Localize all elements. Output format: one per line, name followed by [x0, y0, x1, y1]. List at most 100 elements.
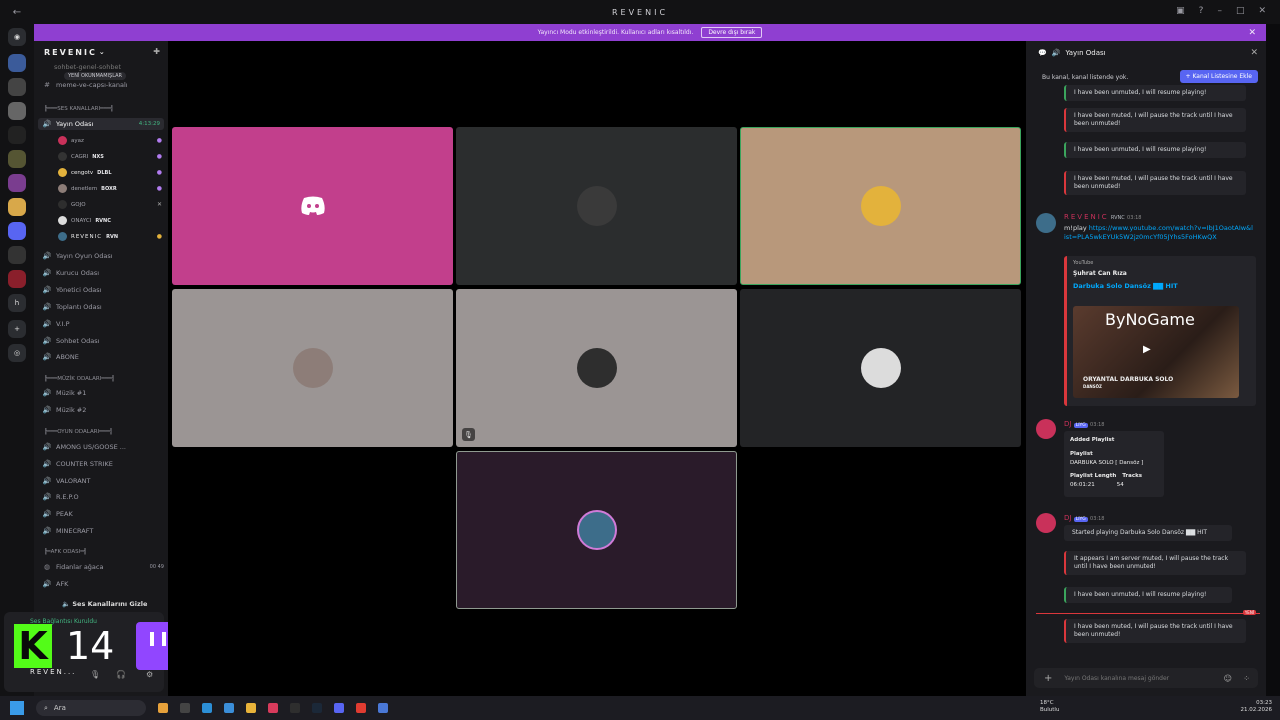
banner-text: Yayıncı Modu etkinleştirildi. Kullanıcı …	[537, 29, 694, 36]
youtube-embed[interactable]: YouTube Şuhrat Can Rıza Darbuka Solo Dan…	[1064, 256, 1256, 406]
channel-yayin-odasi[interactable]: 🔊 Yayın Odası 4:13:29	[38, 118, 164, 130]
participant-tile[interactable]	[456, 451, 737, 609]
voice-channel[interactable]: 🔊 Yönetici Odası	[42, 284, 102, 296]
server-icon[interactable]	[8, 222, 26, 240]
voice-channel[interactable]: 🔊 Yayın Oyun Odası	[42, 250, 113, 262]
maximize-icon[interactable]: □	[1236, 6, 1245, 16]
steam-icon[interactable]	[312, 703, 322, 713]
server-icon[interactable]	[8, 270, 26, 288]
category-music[interactable]: ╠═══MÜZİK ODALARI═══╣	[44, 376, 115, 382]
voice-channel[interactable]: 🔊 R.E.P.O	[42, 491, 79, 503]
close-icon[interactable]: ✕	[1250, 48, 1258, 58]
voice-channel[interactable]: 🔊 Kurucu Odası	[42, 267, 99, 279]
server-icon[interactable]	[8, 102, 26, 120]
participant-tile[interactable]	[740, 289, 1021, 447]
voice-member[interactable]: ayaz ●	[58, 135, 162, 146]
server-icon[interactable]	[8, 54, 26, 72]
inbox-icon[interactable]: ▣	[1176, 6, 1185, 16]
minimize-icon[interactable]: –	[1217, 6, 1222, 16]
server-icon[interactable]	[8, 174, 26, 192]
globe-icon: ◍	[43, 563, 51, 571]
hide-voice-channels-button[interactable]: 🔈 Ses Kanallarını Gizle	[62, 600, 147, 608]
plus-icon[interactable]: +	[1044, 673, 1052, 684]
taskbar-search[interactable]: ⌕ Ara	[36, 700, 146, 716]
youtube-link[interactable]: https://www.youtube.com/watch?v=IbJ1Oaot…	[1064, 224, 1253, 241]
voice-channel[interactable]: 🔊 AMONG US/GOOSE ...	[42, 441, 126, 453]
disable-button[interactable]: Devre dışı bırak	[701, 27, 763, 38]
avatar[interactable]	[1036, 513, 1056, 533]
taskbar-app-icon[interactable]	[158, 703, 168, 713]
clock[interactable]: 03:23 21.02.2026	[1241, 700, 1273, 714]
add-server-icon[interactable]: +	[8, 320, 26, 338]
voice-channel[interactable]: 🔊 PEAK	[42, 508, 73, 520]
store-icon[interactable]	[224, 703, 234, 713]
explorer-icon[interactable]	[246, 703, 256, 713]
voice-channel[interactable]: 🔊 VALORANT	[42, 475, 91, 487]
apps-icon[interactable]: ⁘	[1243, 674, 1250, 683]
server-header[interactable]: REVENIC ⌄ ✚	[34, 41, 168, 63]
server-icon[interactable]	[8, 198, 26, 216]
participant-tile[interactable]	[172, 127, 453, 285]
play-icon[interactable]: ▶	[1143, 344, 1151, 355]
server-list: ◉ h + ◎	[0, 24, 34, 696]
add-member-icon[interactable]: ✚	[153, 47, 162, 56]
windows-start-icon[interactable]	[10, 701, 24, 715]
weather-widget[interactable]: 18°C Bulutlu	[1040, 700, 1059, 714]
message-input[interactable]: + Yayın Odası kanalına mesaj gönder ☺ ⁘	[1034, 668, 1258, 688]
mic-muted-icon: ✕	[156, 201, 162, 208]
participant-tile[interactable]	[172, 289, 453, 447]
voice-channel[interactable]: 🔊 ABONE	[42, 351, 79, 363]
voice-member[interactable]: ONAYCI RVNC	[58, 215, 162, 226]
category-afk[interactable]: ╠═AFK ODASI═╣	[44, 549, 87, 555]
emoji-icon[interactable]: ☺	[1224, 674, 1232, 683]
voice-channel[interactable]: 🔊 Müzik #1	[42, 387, 87, 399]
voice-channel[interactable]: 🔊 MINECRAFT	[42, 525, 94, 537]
server-icon[interactable]	[8, 78, 26, 96]
participant-tile[interactable]: 🎙	[456, 289, 737, 447]
server-icon[interactable]	[8, 246, 26, 264]
embed-author[interactable]: Şuhrat Can Rıza	[1073, 270, 1250, 277]
voice-member[interactable]: cengotv DLBL ●	[58, 167, 162, 178]
taskbar-app-icon[interactable]	[268, 703, 278, 713]
voice-channel[interactable]: 🔊 Müzik #2	[42, 404, 87, 416]
edge-icon[interactable]	[202, 703, 212, 713]
taskbar-app-icon[interactable]	[378, 703, 388, 713]
avatar[interactable]	[1036, 213, 1056, 233]
discord-home-icon[interactable]: ◉	[8, 28, 26, 46]
voice-channel[interactable]: 🔊 COUNTER STRIKE	[42, 458, 113, 470]
mic-icon[interactable]: 🎙	[90, 670, 100, 679]
video-thumbnail[interactable]: ByNoGame ▶ ORYANTAL DARBUKA SOLO DANSÖZ	[1073, 306, 1239, 398]
server-icon[interactable]: h	[8, 294, 26, 312]
voice-channel[interactable]: 🔊 AFK	[42, 578, 69, 590]
embed-title[interactable]: Darbuka Solo Dansöz ▇▇ HIT	[1073, 282, 1250, 290]
participant-tile-speaking[interactable]	[740, 127, 1021, 285]
add-to-channel-list-button[interactable]: + Kanal Listesine Ekle	[1179, 70, 1258, 83]
voice-member[interactable]: denetlem BOXR ●	[58, 183, 162, 194]
close-icon[interactable]: ✕	[1248, 28, 1256, 38]
category-voice[interactable]: ╠═══SES KANALLARI═══╣	[44, 106, 113, 112]
voice-member[interactable]: CAGRI NXS ●	[58, 151, 162, 162]
discord-icon[interactable]	[334, 703, 344, 713]
avatar	[58, 200, 67, 209]
explore-icon[interactable]: ◎	[8, 344, 26, 362]
server-icon[interactable]	[8, 150, 26, 168]
voice-channel[interactable]: 🔊 V.I.P	[42, 318, 70, 330]
username[interactable]: REVEN...	[30, 668, 76, 676]
help-icon[interactable]: ?	[1199, 6, 1204, 16]
voice-channel[interactable]: 🔊 Sohbet Odası	[42, 335, 100, 347]
voice-channel[interactable]: ◍ Fidanlar ağaca 00 49	[42, 561, 164, 573]
settings-gear-icon[interactable]: ⚙	[146, 670, 153, 679]
voice-channel[interactable]: 🔊 Toplantı Odası	[42, 301, 102, 313]
voice-member[interactable]: GOJO ✕	[58, 199, 162, 210]
avatar[interactable]	[1036, 419, 1056, 439]
taskbar-app-icon[interactable]	[290, 703, 300, 713]
category-games[interactable]: ╠═══OYUN ODALARI═══╣	[44, 429, 112, 435]
participant-tile[interactable]	[456, 127, 737, 285]
task-view-icon[interactable]	[180, 703, 190, 713]
server-icon[interactable]	[8, 126, 26, 144]
voice-member[interactable]: REVENIC RVN ●	[58, 231, 162, 242]
channel-item[interactable]: # meme-ve-capsı-kanalı	[42, 79, 128, 91]
close-window-icon[interactable]: ✕	[1258, 6, 1266, 16]
headphones-icon[interactable]: 🎧	[116, 670, 126, 679]
taskbar-app-icon[interactable]	[356, 703, 366, 713]
